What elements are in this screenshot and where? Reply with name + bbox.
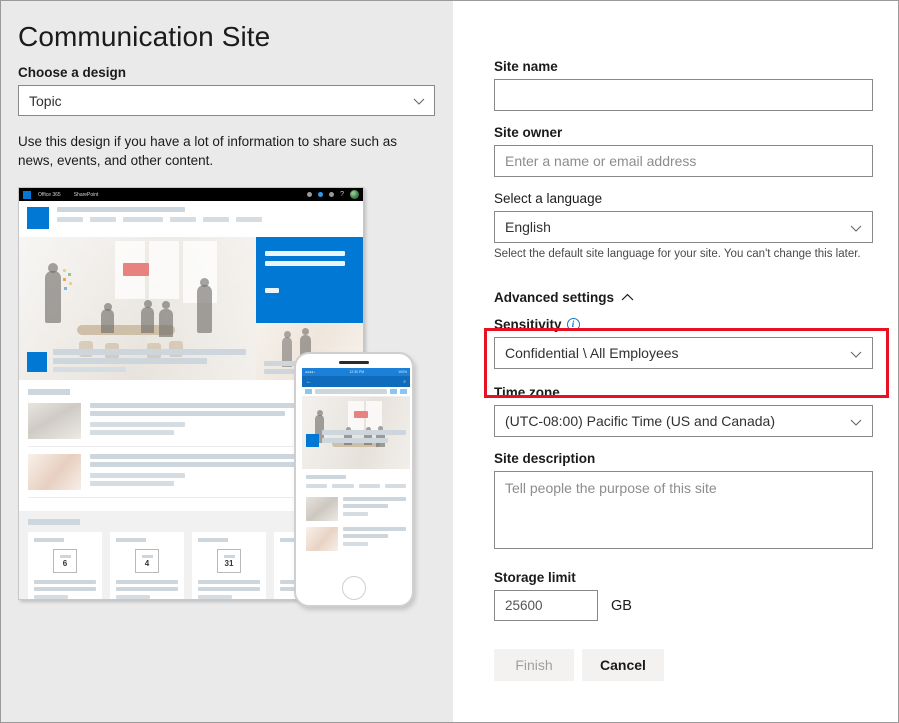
dialog-actions: Finish Cancel [494,649,873,681]
language-group: Select a language English Select the def… [494,191,873,260]
chevron-down-icon [850,347,862,359]
calendar-icon: 31 [217,549,241,573]
help-icon: ? [340,191,344,198]
settings-gear-icon [329,192,334,197]
suite-bar: Office 365 SharePoint ? [19,188,363,201]
event-card: 4 [110,532,184,600]
storage-limit-input[interactable] [494,590,598,621]
suite-bar-icons: ? [307,190,359,199]
sensitivity-label: Sensitivity i [494,317,873,332]
phone-hero-image [302,397,410,469]
choose-design-label: Choose a design [18,65,435,80]
page-title: Communication Site [18,19,435,55]
event-date: 31 [225,559,234,568]
design-description: Use this design if you have a lot of inf… [18,132,413,170]
phone-screen: ●●●●○12:30 PM100% ← ⌕ [302,368,410,568]
site-owner-label: Site owner [494,125,873,140]
advanced-settings-toggle[interactable]: Advanced settings [494,290,634,305]
phone-content [302,469,410,557]
events-heading-placeholder [28,519,80,525]
phone-status-bar: ●●●●○12:30 PM100% [302,368,410,376]
sensitivity-label-text: Sensitivity [494,317,562,332]
mobile-preview: ●●●●○12:30 PM100% ← ⌕ [294,352,414,607]
app-name-label: SharePoint [74,192,99,198]
site-settings-form: Site name Site owner Select a language E… [453,1,899,722]
phone-speaker [339,361,369,364]
cancel-button[interactable]: Cancel [582,649,664,681]
time-zone-group: Time zone (UTC-08:00) Pacific Time (US a… [494,385,873,437]
site-description-label: Site description [494,451,873,466]
chevron-up-icon [621,290,634,305]
back-arrow-icon: ← [306,379,312,385]
info-icon[interactable]: i [567,318,580,331]
search-icon: ⌕ [403,379,406,385]
site-description-textarea[interactable] [494,471,873,549]
avatar [350,190,359,199]
time-zone-dropdown[interactable]: (UTC-08:00) Pacific Time (US and Canada) [494,405,873,437]
event-date: 6 [63,559,67,568]
chevron-down-icon [850,221,862,233]
chevron-down-icon [850,415,862,427]
site-name-input[interactable] [494,79,873,111]
calendar-icon: 4 [135,549,159,573]
hero-text-placeholder [53,349,246,372]
waffle-icon [23,191,31,199]
site-owner-group: Site owner [494,125,873,177]
event-card: 31 [192,532,266,600]
design-dropdown[interactable]: Topic [18,85,435,116]
storage-limit-group: Storage limit GB [494,570,873,621]
hero-accent-tile [27,352,47,372]
site-name-label: Site name [494,59,873,74]
storage-limit-label: Storage limit [494,570,873,585]
site-name-group: Site name [494,59,873,111]
calendar-icon: 6 [53,549,77,573]
design-preview-illustration: Office 365 SharePoint ? [18,187,414,607]
language-dropdown-value: English [505,219,551,235]
create-site-dialog: Communication Site Choose a design Topic… [0,0,899,723]
site-description-group: Site description [494,451,873,554]
advanced-settings-label: Advanced settings [494,290,614,305]
time-zone-label: Time zone [494,385,873,400]
phone-home-button [342,576,366,600]
language-label: Select a language [494,191,873,206]
design-dropdown-value: Topic [29,93,62,109]
site-header-lines [57,207,355,216]
event-date: 4 [145,559,149,568]
storage-unit-label: GB [611,598,632,614]
notifications-icon [318,192,323,197]
hero-blue-card [256,237,363,323]
hero-image [19,237,256,380]
finish-button[interactable]: Finish [494,649,574,681]
site-header [19,201,363,237]
phone-nav-bar: ← ⌕ [302,376,410,387]
sensitivity-group: Sensitivity i Confidential \ All Employe… [494,317,873,369]
list-item [306,527,406,551]
site-nav-placeholder [57,217,355,222]
search-icon [307,192,312,197]
article-thumbnail [28,403,81,439]
chevron-down-icon [413,95,425,107]
suite-brand-label: Office 365 [38,192,61,198]
time-zone-dropdown-value: (UTC-08:00) Pacific Time (US and Canada) [505,413,775,429]
sensitivity-dropdown[interactable]: Confidential \ All Employees [494,337,873,369]
design-preview-pane: Communication Site Choose a design Topic… [1,1,453,722]
language-hint: Select the default site language for you… [494,248,873,260]
articles-heading-placeholder [28,389,70,395]
language-dropdown[interactable]: English [494,211,873,243]
site-logo [27,207,49,229]
sensitivity-dropdown-value: Confidential \ All Employees [505,345,679,361]
event-card: 6 [28,532,102,600]
article-thumbnail [28,454,81,490]
list-item [306,497,406,521]
site-owner-input[interactable] [494,145,873,177]
phone-subnav [302,387,410,397]
